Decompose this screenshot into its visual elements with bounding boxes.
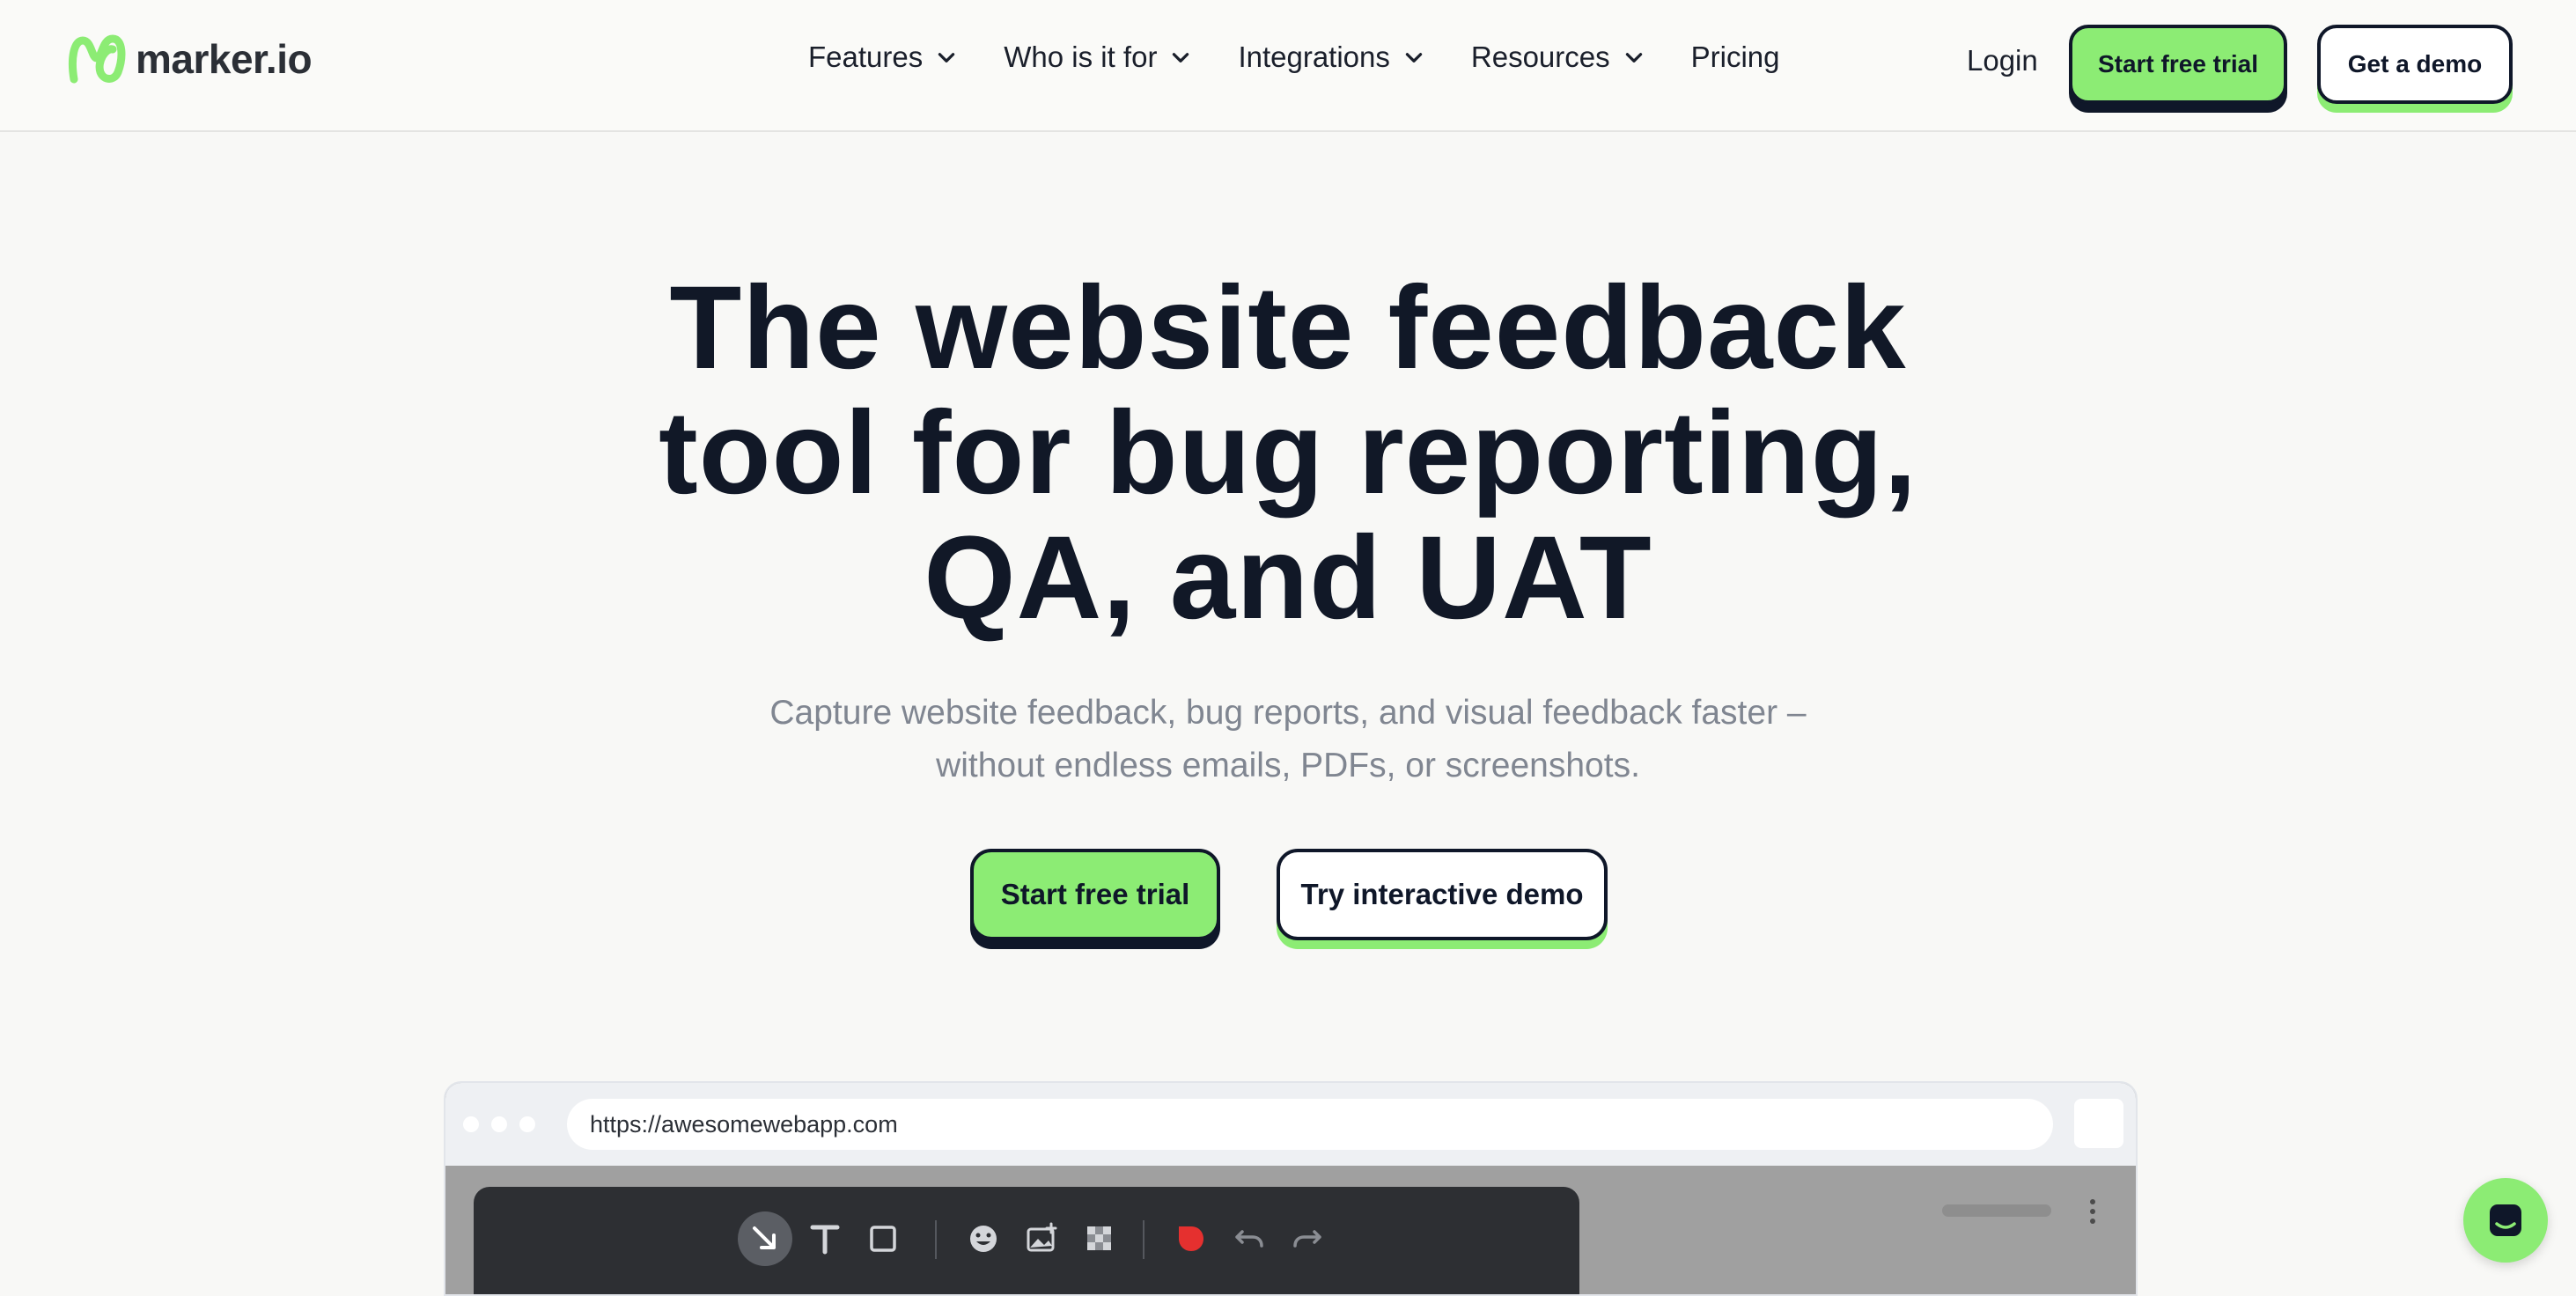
window-dot bbox=[491, 1116, 507, 1132]
hero-start-trial-button[interactable]: Start free trial bbox=[970, 849, 1220, 940]
chat-icon bbox=[2490, 1204, 2521, 1236]
header-start-trial-button[interactable]: Start free trial bbox=[2069, 25, 2287, 104]
nav-item-label: Integrations bbox=[1238, 40, 1390, 73]
chevron-down-icon bbox=[938, 53, 955, 63]
header-get-demo-button[interactable]: Get a demo bbox=[2317, 25, 2513, 104]
login-link[interactable]: Login bbox=[1967, 44, 2038, 77]
undo-icon bbox=[1222, 1211, 1277, 1266]
text-tool-icon bbox=[798, 1211, 852, 1266]
address-bar: https://awesomewebapp.com bbox=[567, 1099, 2053, 1150]
window-dot bbox=[463, 1116, 479, 1132]
logo-link[interactable]: marker.io bbox=[65, 32, 313, 86]
content-placeholder-bar bbox=[1942, 1204, 2051, 1217]
browser-toolbar: https://awesomewebapp.com bbox=[445, 1083, 2136, 1166]
hero-interactive-demo-button[interactable]: Try interactive demo bbox=[1277, 849, 1608, 940]
hero-title-line: QA, and UAT bbox=[924, 512, 1652, 644]
redo-icon bbox=[1280, 1211, 1335, 1266]
hero-subtitle-line: Capture website feedback, bug reports, a… bbox=[769, 694, 1807, 732]
hero-subtitle: Capture website feedback, bug reports, a… bbox=[0, 687, 2576, 792]
nav-item-resources[interactable]: Resources bbox=[1471, 40, 1645, 74]
site-header: marker.io Features Who is it for Integra… bbox=[0, 0, 2576, 132]
chevron-down-icon bbox=[1625, 53, 1642, 63]
chat-widget-button[interactable] bbox=[2463, 1178, 2548, 1263]
nav-item-integrations[interactable]: Integrations bbox=[1238, 40, 1424, 74]
annotation-toolbar bbox=[474, 1187, 1579, 1294]
image-tool-icon bbox=[1014, 1211, 1069, 1266]
nav-item-label: Resources bbox=[1470, 40, 1610, 73]
color-picker-icon bbox=[1164, 1211, 1218, 1266]
toolbar-divider bbox=[935, 1220, 937, 1259]
toolbar-divider bbox=[1143, 1220, 1144, 1259]
more-options-icon bbox=[2090, 1199, 2097, 1228]
browser-viewport bbox=[445, 1166, 2136, 1294]
rectangle-tool-icon bbox=[856, 1211, 910, 1266]
hero-title-line: The website feedback bbox=[669, 262, 1907, 394]
nav-item-label: Features bbox=[808, 40, 924, 73]
window-dot bbox=[519, 1116, 535, 1132]
hero-subtitle-line: without endless emails, PDFs, or screens… bbox=[936, 747, 1640, 784]
logo-wordmark: marker.io bbox=[136, 36, 313, 82]
browser-mockup: https://awesomewebapp.com bbox=[444, 1081, 2138, 1296]
nav-item-who-is-it-for[interactable]: Who is it for bbox=[1004, 40, 1192, 74]
nav-item-pricing[interactable]: Pricing bbox=[1691, 40, 1780, 74]
emoji-tool-icon bbox=[956, 1211, 1011, 1266]
arrow-tool-icon bbox=[738, 1211, 792, 1266]
nav-item-features[interactable]: Features bbox=[808, 40, 958, 74]
main-nav: Features Who is it for Integrations Reso… bbox=[808, 40, 1780, 74]
blur-tool-icon bbox=[1072, 1211, 1127, 1266]
marker-logo-icon bbox=[68, 34, 126, 84]
chevron-down-icon bbox=[1173, 53, 1189, 63]
nav-item-label: Pricing bbox=[1690, 40, 1780, 73]
chevron-down-icon bbox=[1405, 53, 1423, 63]
nav-item-label: Who is it for bbox=[1004, 40, 1158, 73]
browser-extension-button bbox=[2074, 1099, 2123, 1148]
hero-title-line: tool for bug reporting, bbox=[659, 387, 1917, 519]
hero-title: The website feedback tool for bug report… bbox=[0, 266, 2576, 641]
